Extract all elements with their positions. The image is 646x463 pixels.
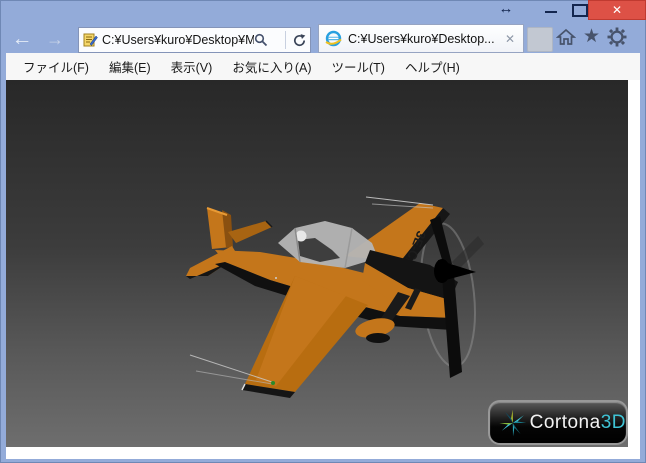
menu-tools[interactable]: ツール(T) [322, 54, 393, 79]
airplane-3d-model: 3E-CE [6, 80, 628, 447]
navigation-bar: ← → C:¥Users¥kuro¥Desktop¥My [0, 20, 646, 53]
menu-favorites[interactable]: お気に入り(A) [223, 54, 320, 79]
close-button[interactable]: ✕ [588, 0, 646, 20]
refresh-icon[interactable] [292, 33, 307, 48]
page-background: 3E-CE [6, 80, 640, 459]
cortona3d-viewport[interactable]: 3E-CE [6, 80, 628, 447]
address-bar[interactable]: C:¥Users¥kuro¥Desktop¥My [78, 27, 311, 53]
search-icon[interactable] [254, 33, 268, 47]
favorites-star-icon[interactable]: ★ [583, 26, 600, 48]
title-bar[interactable]: ↔ ✕ [0, 0, 646, 20]
menu-view[interactable]: 表示(V) [162, 54, 222, 79]
maximize-icon [572, 4, 588, 17]
forward-button[interactable]: → [42, 26, 68, 52]
menu-bar: ファイル(F) 編集(E) 表示(V) お気に入り(A) ツール(T) ヘルプ(… [6, 53, 640, 80]
menu-help[interactable]: ヘルプ(H) [396, 54, 469, 79]
browser-window: ↔ ✕ ← → C:¥Users¥kuro¥Desktop¥My [0, 0, 646, 463]
file-type-icon [82, 32, 98, 48]
cortona3d-wordmark: Cortona3D [530, 412, 626, 434]
divider [285, 31, 286, 49]
cortona3d-logo: Cortona3D [490, 402, 626, 443]
resize-arrows-icon: ↔ [494, 0, 518, 19]
address-input[interactable]: C:¥Users¥kuro¥Desktop¥My [102, 33, 254, 47]
menu-edit[interactable]: 編集(E) [100, 54, 160, 79]
menu-file[interactable]: ファイル(F) [14, 54, 98, 79]
cortona3d-pinwheel-icon [498, 408, 528, 438]
tab-active[interactable]: C:¥Users¥kuro¥Desktop... ✕ [318, 24, 524, 53]
minimize-button[interactable] [538, 0, 564, 20]
back-button[interactable]: ← [7, 24, 37, 54]
tab-close-icon[interactable]: ✕ [503, 32, 517, 46]
new-tab-button[interactable] [527, 27, 553, 52]
home-icon[interactable] [556, 27, 576, 47]
logo-brand-text: Cortona [530, 412, 601, 433]
settings-gear-icon[interactable] [607, 27, 627, 47]
logo-suffix-text: 3D [601, 412, 626, 433]
minimize-icon [545, 11, 557, 13]
internet-explorer-icon [325, 30, 342, 47]
tab-title: C:¥Users¥kuro¥Desktop... [348, 32, 503, 46]
